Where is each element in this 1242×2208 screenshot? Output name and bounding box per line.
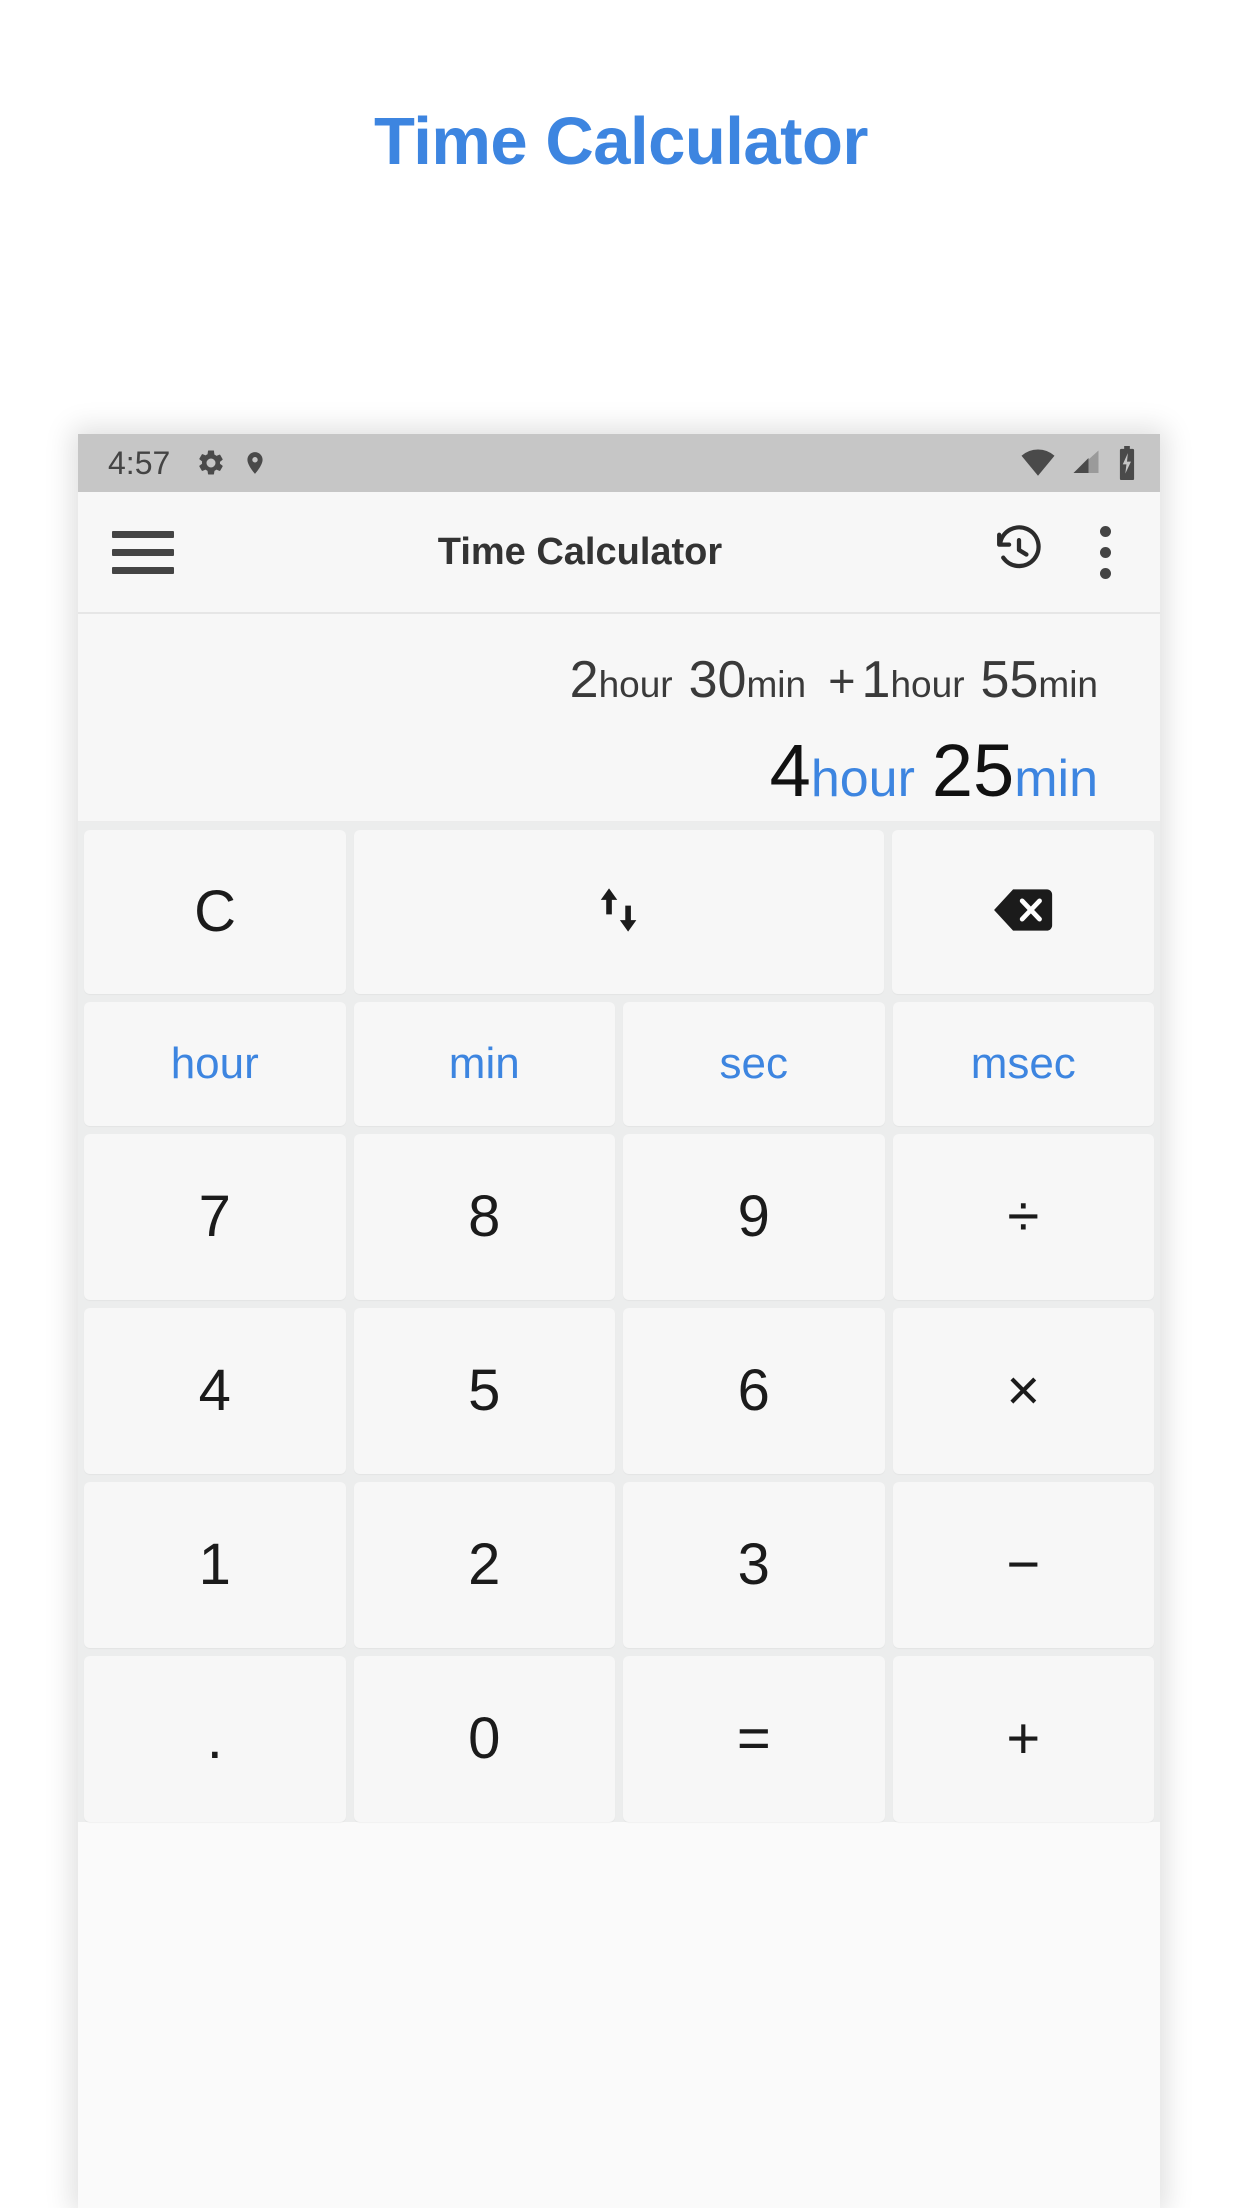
result-min-number: 25	[932, 729, 1014, 812]
expr-term3-number: 1	[862, 651, 891, 709]
digit-3-label: 3	[738, 1536, 770, 1594]
decimal-point-key[interactable]: .	[84, 1656, 346, 1822]
battery-charging-icon	[1116, 446, 1138, 480]
digit-6-key[interactable]: 6	[623, 1308, 885, 1474]
digit-8-label: 8	[468, 1188, 500, 1246]
swap-arrows-icon	[593, 881, 645, 944]
digit-5-label: 5	[468, 1362, 500, 1420]
history-clock-icon[interactable]	[992, 523, 1046, 582]
result-line: 4hour25min	[118, 734, 1098, 808]
app-title: Time Calculator	[168, 531, 992, 574]
digit-2-key[interactable]: 2	[354, 1482, 616, 1648]
keypad-row-456: 4 5 6 ×	[84, 1308, 1154, 1474]
hamburger-menu-icon[interactable]	[112, 521, 174, 583]
digit-9-key[interactable]: 9	[623, 1134, 885, 1300]
digit-8-key[interactable]: 8	[354, 1134, 616, 1300]
digit-1-label: 1	[199, 1536, 231, 1594]
divide-key[interactable]: ÷	[893, 1134, 1155, 1300]
digit-3-key[interactable]: 3	[623, 1482, 885, 1648]
phone-screenshot-frame: 4:57	[78, 434, 1160, 2208]
unit-sec-key[interactable]: sec	[623, 1002, 885, 1126]
result-hour-unit: hour	[811, 750, 915, 808]
digit-7-label: 7	[199, 1188, 231, 1246]
digit-5-key[interactable]: 5	[354, 1308, 616, 1474]
unit-sec-label: sec	[720, 1042, 788, 1086]
status-bar-clock: 4:57	[108, 445, 170, 482]
swap-key[interactable]	[354, 830, 884, 994]
calculator-display: 2hour30min+1hour55min 4hour25min	[78, 614, 1160, 822]
plus-label: +	[1006, 1710, 1040, 1768]
expression-line: 2hour30min+1hour55min	[118, 654, 1098, 706]
expr-term4-unit: min	[1038, 664, 1098, 705]
cellular-signal-icon	[1070, 448, 1102, 478]
unit-msec-label: msec	[971, 1042, 1076, 1086]
android-status-bar: 4:57	[78, 434, 1160, 492]
keypad-row-units: hour min sec msec	[84, 1002, 1154, 1126]
equals-label: =	[737, 1710, 771, 1768]
page-title: Time Calculator	[0, 108, 1242, 175]
location-pin-icon	[242, 447, 268, 479]
minus-label: −	[1006, 1536, 1040, 1594]
keypad-row-789: 7 8 9 ÷	[84, 1134, 1154, 1300]
digit-4-key[interactable]: 4	[84, 1308, 346, 1474]
expr-term2-number: 30	[689, 651, 747, 709]
app-toolbar: Time Calculator	[78, 492, 1160, 614]
unit-hour-label: hour	[171, 1042, 259, 1086]
more-vertical-icon[interactable]	[1086, 522, 1126, 583]
unit-msec-key[interactable]: msec	[893, 1002, 1155, 1126]
expr-operator: +	[822, 654, 861, 707]
digit-1-key[interactable]: 1	[84, 1482, 346, 1648]
unit-min-label: min	[449, 1042, 520, 1086]
decimal-point-label: .	[207, 1710, 223, 1768]
minus-key[interactable]: −	[893, 1482, 1155, 1648]
expr-term3-unit: hour	[890, 664, 964, 705]
divide-label: ÷	[1007, 1188, 1039, 1246]
multiply-label: ×	[1006, 1362, 1040, 1420]
result-hour-number: 4	[770, 729, 811, 812]
clear-key[interactable]: C	[84, 830, 346, 994]
backspace-key[interactable]	[892, 830, 1154, 994]
keypad-row-123: 1 2 3 −	[84, 1482, 1154, 1648]
unit-min-key[interactable]: min	[354, 1002, 616, 1126]
digit-4-label: 4	[199, 1362, 231, 1420]
equals-key[interactable]: =	[623, 1656, 885, 1822]
digit-9-label: 9	[738, 1188, 770, 1246]
expr-term1-number: 2	[570, 651, 599, 709]
expr-term4-number: 55	[981, 651, 1039, 709]
expr-term2-unit: min	[746, 664, 806, 705]
wifi-icon	[1020, 448, 1056, 478]
expr-term1-unit: hour	[599, 664, 673, 705]
gear-icon	[196, 448, 226, 478]
plus-key[interactable]: +	[893, 1656, 1155, 1822]
digit-6-label: 6	[738, 1362, 770, 1420]
clear-key-label: C	[194, 883, 236, 941]
multiply-key[interactable]: ×	[893, 1308, 1155, 1474]
result-min-unit: min	[1014, 750, 1098, 808]
keypad-row-functions: C	[84, 830, 1154, 994]
digit-2-label: 2	[468, 1536, 500, 1594]
backspace-icon	[992, 887, 1054, 938]
unit-hour-key[interactable]: hour	[84, 1002, 346, 1126]
calculator-keypad: C	[78, 822, 1160, 1822]
digit-7-key[interactable]: 7	[84, 1134, 346, 1300]
keypad-row-bottom: . 0 = +	[84, 1656, 1154, 1822]
digit-0-label: 0	[468, 1710, 500, 1768]
digit-0-key[interactable]: 0	[354, 1656, 616, 1822]
